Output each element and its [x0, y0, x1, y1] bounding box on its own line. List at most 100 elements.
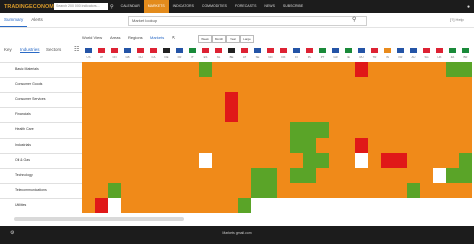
heatmap-cell[interactable] — [303, 77, 317, 93]
heatmap-cell[interactable] — [316, 92, 330, 108]
heatmap-cell[interactable] — [446, 62, 460, 78]
heatmap-cell[interactable] — [433, 182, 447, 199]
heatmap-cell[interactable] — [160, 167, 174, 184]
heatmap-cell[interactable] — [407, 107, 421, 123]
heatmap-cell[interactable] — [290, 107, 304, 123]
heatmap-cell[interactable] — [407, 62, 421, 78]
heatmap-cell[interactable] — [316, 152, 330, 168]
heatmap-cell[interactable] — [199, 107, 213, 123]
heatmap-cell[interactable] — [381, 152, 395, 168]
share-icon[interactable]: ⇱ — [172, 35, 175, 40]
heatmap-cell[interactable] — [212, 137, 226, 153]
flag-icon-in[interactable] — [384, 48, 391, 53]
flag-icon-us[interactable] — [85, 48, 92, 53]
heatmap-cell[interactable] — [394, 107, 408, 123]
heatmap-cell[interactable] — [186, 122, 200, 138]
heatmap-cell[interactable] — [186, 197, 200, 214]
heatmap-cell[interactable] — [225, 92, 239, 108]
heatmap-cell[interactable] — [186, 92, 200, 108]
heatmap-cell[interactable] — [433, 92, 447, 108]
heatmap-cell[interactable] — [329, 77, 343, 93]
heatmap-cell[interactable] — [342, 62, 356, 78]
row-label[interactable]: Basic Materials — [15, 67, 75, 71]
heatmap-cell[interactable] — [186, 107, 200, 123]
heatmap-cell[interactable] — [303, 197, 317, 214]
flag-icon-se[interactable] — [254, 48, 261, 53]
heatmap-cell[interactable] — [173, 122, 187, 138]
heatmap-cell[interactable] — [446, 107, 460, 123]
heatmap-cell[interactable] — [173, 77, 187, 93]
nav-item-commodities[interactable]: COMMODITIES — [198, 0, 231, 13]
heatmap-cell[interactable] — [134, 107, 148, 123]
heatmap-cell[interactable] — [433, 77, 447, 93]
row-label[interactable]: Telecommunications — [15, 188, 75, 192]
heatmap-cell[interactable] — [368, 197, 382, 214]
heatmap-cell[interactable] — [225, 77, 239, 93]
heatmap-cell[interactable] — [459, 92, 473, 108]
heatmap-cell[interactable] — [82, 167, 96, 184]
heatmap-cell[interactable] — [121, 77, 135, 93]
flag-icon-es[interactable] — [202, 48, 209, 53]
heatmap-cell[interactable] — [368, 77, 382, 93]
heatmap-cell[interactable] — [433, 137, 447, 153]
heatmap-cell[interactable] — [160, 152, 174, 168]
nav-item-indicators[interactable]: INDICATORS — [169, 0, 198, 13]
heatmap-cell[interactable] — [420, 137, 434, 153]
filter-key[interactable]: Key — [4, 47, 12, 52]
row-label[interactable]: Technology — [15, 173, 75, 177]
row-label[interactable]: Consumer Goods — [15, 82, 75, 86]
heatmap-cell[interactable] — [277, 122, 291, 138]
last-month-button[interactable]: Month — [212, 35, 226, 43]
heatmap-cell[interactable] — [420, 92, 434, 108]
heatmap-cell[interactable] — [173, 107, 187, 123]
heatmap-cell[interactable] — [342, 167, 356, 184]
heatmap-cell[interactable] — [277, 152, 291, 168]
heatmap-cell[interactable] — [251, 182, 265, 199]
heatmap-cell[interactable] — [407, 197, 421, 214]
heatmap-cell[interactable] — [199, 182, 213, 199]
top-search-input[interactable]: Search 200 000 indicators... — [54, 3, 108, 10]
row-label[interactable]: Oil & Gas — [15, 158, 75, 162]
heatmap-cell[interactable] — [342, 92, 356, 108]
heatmap-cell[interactable] — [95, 62, 109, 78]
flag-icon-tr[interactable] — [371, 48, 378, 53]
heatmap-cell[interactable] — [238, 197, 252, 214]
flag-icon-kr[interactable] — [397, 48, 404, 53]
heatmap-cell[interactable] — [173, 197, 187, 214]
filter-sectors[interactable]: Sectors — [46, 47, 61, 52]
heatmap-cell[interactable] — [446, 197, 460, 214]
heatmap-cell[interactable] — [355, 122, 369, 138]
flag-icon-gb[interactable] — [124, 48, 131, 53]
heatmap-cell[interactable] — [342, 197, 356, 214]
flag-icon-nl[interactable] — [215, 48, 222, 53]
flag-icon-pt[interactable] — [319, 48, 326, 53]
heatmap-cell[interactable] — [407, 122, 421, 138]
heatmap-cell[interactable] — [368, 167, 382, 184]
heatmap-cell[interactable] — [381, 197, 395, 214]
heatmap-cell[interactable] — [121, 62, 135, 78]
heatmap-cell[interactable] — [381, 62, 395, 78]
heatmap-cell[interactable] — [316, 62, 330, 78]
heatmap-cell[interactable] — [433, 62, 447, 78]
heatmap-cell[interactable] — [290, 182, 304, 199]
heatmap-cell[interactable] — [82, 107, 96, 123]
heatmap-cell[interactable] — [342, 152, 356, 168]
heatmap-cell[interactable] — [108, 182, 122, 199]
heatmap-cell[interactable] — [355, 62, 369, 78]
heatmap-cell[interactable] — [238, 62, 252, 78]
site-logo[interactable]: TRADINGECONOMICS — [4, 4, 63, 10]
heatmap-cell[interactable] — [121, 122, 135, 138]
heatmap-cell[interactable] — [95, 122, 109, 138]
heatmap-cell[interactable] — [342, 107, 356, 123]
flag-icon-no[interactable] — [267, 48, 274, 53]
heatmap-cell[interactable] — [277, 197, 291, 214]
heatmap-cell[interactable] — [121, 107, 135, 123]
heatmap-cell[interactable] — [459, 182, 473, 199]
heatmap-cell[interactable] — [82, 182, 96, 199]
search-icon[interactable]: ⚲ — [352, 16, 356, 23]
heatmap-cell[interactable] — [446, 122, 460, 138]
heatmap-cell[interactable] — [368, 107, 382, 123]
heatmap-cell[interactable] — [329, 182, 343, 199]
heatmap-cell[interactable] — [407, 137, 421, 153]
heatmap-cell[interactable] — [342, 122, 356, 138]
